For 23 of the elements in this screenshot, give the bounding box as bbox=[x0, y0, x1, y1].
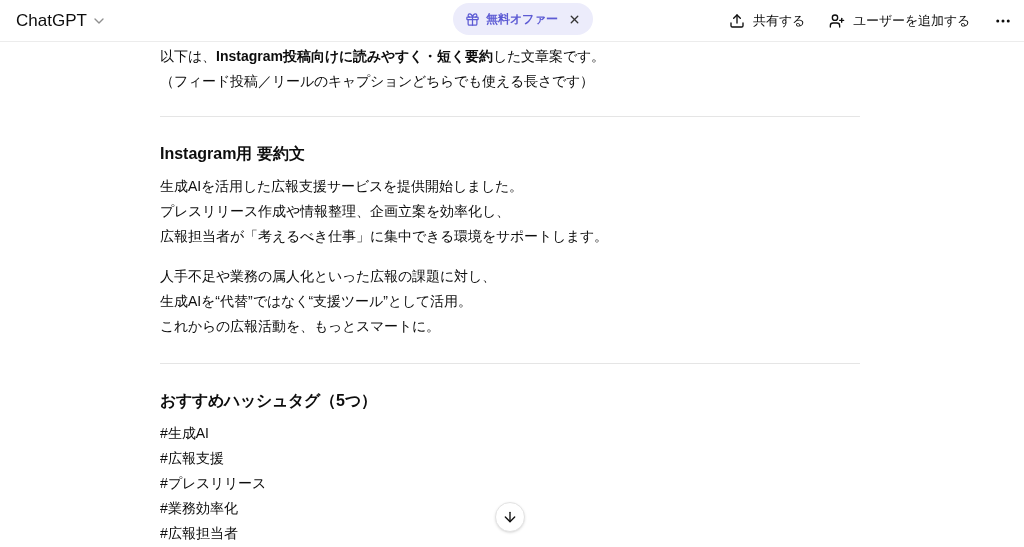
section-heading: おすすめハッシュタグ（5つ） bbox=[160, 391, 378, 411]
scroll-down-button[interactable] bbox=[495, 502, 525, 532]
body-text: プレスリリース作成や情報整理、企画立案を効率化し、 bbox=[160, 202, 510, 221]
add-user-button[interactable]: ユーザーを追加する bbox=[829, 10, 970, 31]
body-text: 人手不足や業務の属人化といった広報の課題に対し、 bbox=[160, 267, 496, 286]
body-text: #業務効率化 bbox=[160, 499, 238, 518]
body-text: これからの広報活動を、もっとスマートに。 bbox=[160, 317, 440, 336]
intro-text: 以下は、Instagram投稿向けに読みやすく・短く要約した文章案です。 bbox=[160, 47, 606, 66]
share-button[interactable]: 共有する bbox=[729, 10, 805, 31]
body-text: 生成AIを活用した広報支援サービスを提供開始しました。 bbox=[160, 177, 524, 196]
gift-icon bbox=[465, 11, 480, 27]
intro-text: （フィード投稿／リールのキャプションどちらでも使える長さです） bbox=[160, 72, 595, 91]
model-selector[interactable]: ChatGPT bbox=[12, 7, 111, 34]
body-text: #生成AI bbox=[160, 424, 209, 443]
body-text: #広報担当者 bbox=[160, 524, 238, 543]
section-heading: Instagram用 要約文 bbox=[160, 144, 306, 164]
body-text: 広報担当者が「考えるべき仕事」に集中できる環境をサポートします。 bbox=[160, 227, 608, 246]
body-text: 生成AIを“代替”ではなく“支援ツール”として活用。 bbox=[160, 292, 472, 311]
body-text: #広報支援 bbox=[160, 449, 224, 468]
offer-label[interactable]: 無料オファー bbox=[486, 10, 558, 28]
body-text: #プレスリリース bbox=[160, 474, 266, 493]
share-icon bbox=[729, 12, 745, 29]
add-user-icon bbox=[829, 12, 845, 29]
